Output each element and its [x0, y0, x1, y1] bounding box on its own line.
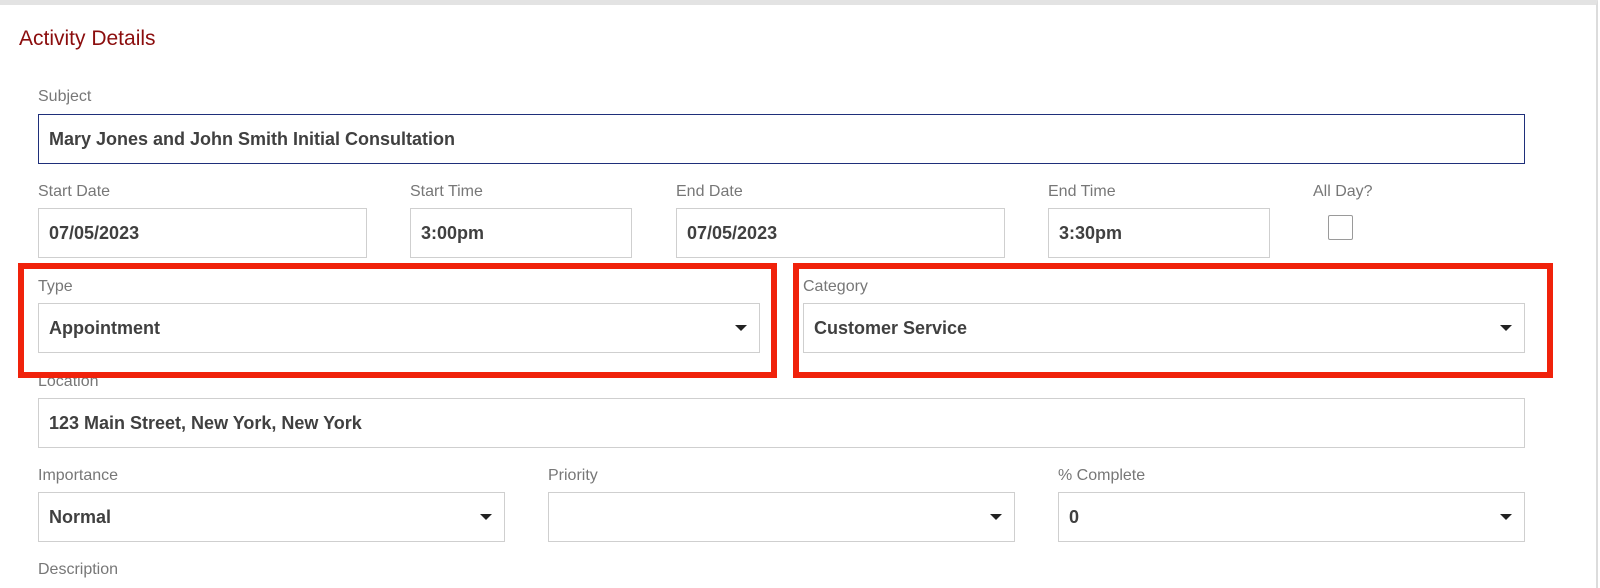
type-select[interactable]: Appointment	[38, 303, 760, 353]
location-input[interactable]: 123 Main Street, New York, New York	[38, 398, 1525, 448]
chevron-down-icon	[1500, 514, 1512, 520]
type-label: Type	[38, 278, 73, 295]
end-time-value: 3:30pm	[1059, 222, 1123, 243]
end-date-value: 07/05/2023	[687, 222, 778, 243]
chevron-down-icon	[990, 514, 1002, 520]
location-value: 123 Main Street, New York, New York	[49, 412, 362, 433]
chevron-down-icon	[735, 325, 747, 331]
percent-complete-value: 0	[1069, 506, 1080, 527]
start-date-value: 07/05/2023	[49, 222, 140, 243]
start-time-input[interactable]: 3:00pm	[410, 208, 632, 258]
start-date-input[interactable]: 07/05/2023	[38, 208, 367, 258]
end-time-input[interactable]: 3:30pm	[1048, 208, 1270, 258]
end-time-label: End Time	[1048, 183, 1116, 200]
category-select[interactable]: Customer Service	[803, 303, 1525, 353]
start-time-label: Start Time	[410, 183, 483, 200]
category-value: Customer Service	[814, 317, 968, 338]
all-day-label: All Day?	[1313, 183, 1373, 200]
section-title: Activity Details	[19, 27, 156, 50]
priority-label: Priority	[548, 467, 598, 484]
subject-value: Mary Jones and John Smith Initial Consul…	[49, 128, 456, 149]
subject-input[interactable]: Mary Jones and John Smith Initial Consul…	[38, 114, 1525, 164]
end-date-label: End Date	[676, 183, 743, 200]
description-label: Description	[38, 561, 119, 578]
chevron-down-icon	[480, 514, 492, 520]
chevron-down-icon	[1500, 325, 1512, 331]
importance-select[interactable]: Normal	[38, 492, 505, 542]
type-value: Appointment	[49, 317, 160, 338]
subject-label: Subject	[38, 88, 92, 105]
category-label: Category	[803, 278, 868, 295]
importance-label: Importance	[38, 467, 119, 484]
all-day-checkbox[interactable]	[1328, 215, 1353, 240]
end-date-input[interactable]: 07/05/2023	[676, 208, 1005, 258]
priority-select[interactable]	[548, 492, 1015, 542]
percent-complete-select[interactable]: 0	[1058, 492, 1525, 542]
percent-complete-label: % Complete	[1058, 467, 1146, 484]
location-label: Location	[38, 373, 99, 390]
start-date-label: Start Date	[38, 183, 111, 200]
importance-value: Normal	[49, 506, 112, 527]
start-time-value: 3:00pm	[421, 222, 485, 243]
